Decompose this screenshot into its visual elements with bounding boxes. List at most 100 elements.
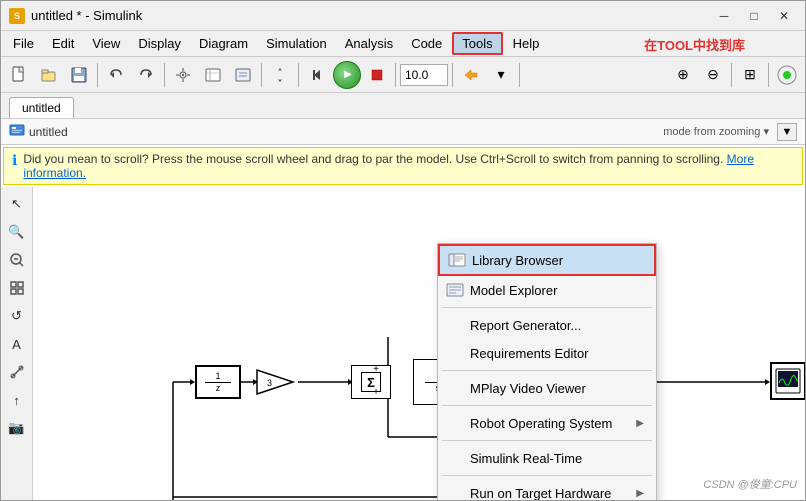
redo-button[interactable] (132, 61, 160, 89)
mplay-icon (446, 379, 464, 397)
toolbar-sep-4 (298, 63, 299, 87)
menu-diagram[interactable]: Diagram (191, 34, 256, 53)
simulink-realtime-item[interactable]: Simulink Real-Time (438, 444, 656, 472)
open-button[interactable] (35, 61, 63, 89)
library-browser-label: Library Browser (472, 253, 642, 268)
zoom-in-button[interactable]: ⊕ (669, 61, 697, 89)
new-button[interactable] (5, 61, 33, 89)
zoom-in-tool[interactable]: 🔍 (4, 219, 30, 245)
step-back-button[interactable] (303, 61, 331, 89)
report-generator-item[interactable]: Report Generator... (438, 311, 656, 339)
stop-button[interactable] (363, 61, 391, 89)
menu-bar: File Edit View Display Diagram Simulatio… (1, 31, 805, 57)
sep-2 (442, 370, 652, 371)
report-generator-label: Report Generator... (470, 318, 644, 333)
info-text: Did you mean to scroll? Press the mouse … (23, 152, 794, 180)
main-area: untitled untitled mode from zooming ▾ ▼ … (1, 93, 805, 500)
save-button[interactable] (65, 61, 93, 89)
toolbar-sep-6 (452, 63, 453, 87)
menu-analysis[interactable]: Analysis (337, 34, 401, 53)
more-info-link[interactable]: More information. (23, 152, 754, 180)
wiring-svg (33, 187, 805, 500)
toolbar: 10.0 ▾ ⊕ ⊖ ⊞ (1, 57, 805, 93)
canvas-container: ↖ 🔍 ↺ A ↑ 📷 (1, 187, 805, 500)
grid-button[interactable]: ⊞ (736, 61, 764, 89)
explorer-button[interactable] (229, 61, 257, 89)
menu-view[interactable]: View (84, 34, 128, 53)
gain-block[interactable]: 3 (255, 368, 295, 396)
menu-help[interactable]: Help (505, 34, 548, 53)
model-settings-button[interactable] (169, 61, 197, 89)
menu-code[interactable]: Code (403, 34, 450, 53)
model-explorer-label: Model Explorer (470, 283, 644, 298)
maximize-button[interactable]: □ (741, 6, 767, 26)
navigate-up-tool[interactable]: ↑ (4, 387, 30, 413)
toolbar-sep-3 (261, 63, 262, 87)
library-browser-item[interactable]: Library Browser (438, 244, 656, 276)
toolbar-sep-7 (519, 63, 520, 87)
simulink-realtime-label: Simulink Real-Time (470, 451, 644, 466)
fit-view-dropdown[interactable]: mode from zooming ▾ (663, 125, 769, 138)
fast-restart-dropdown[interactable]: ▾ (487, 61, 515, 89)
scope-block[interactable] (770, 362, 805, 400)
run-target-arrow: ▶ (636, 488, 644, 499)
library-button[interactable] (199, 61, 227, 89)
app-icon: S (9, 8, 25, 24)
menu-edit[interactable]: Edit (44, 34, 82, 53)
zoom-out-tool[interactable] (4, 247, 30, 273)
fast-restart-button[interactable] (457, 61, 485, 89)
status-button[interactable] (773, 61, 801, 89)
untitled-tab[interactable]: untitled (9, 97, 74, 118)
menu-tools[interactable]: Tools (452, 32, 502, 55)
title-bar: S untitled * - Simulink ─ □ ✕ (1, 1, 805, 31)
watermark: CSDN @俊童:CPU (703, 476, 797, 492)
tab-bar: untitled (1, 93, 805, 119)
minimize-button[interactable]: ─ (711, 6, 737, 26)
run-button[interactable] (333, 61, 361, 89)
breadcrumb-bar: untitled mode from zooming ▾ ▼ (1, 119, 805, 145)
robot-os-icon (446, 414, 464, 432)
model-explorer-icon (446, 281, 464, 299)
info-bar: ℹ Did you mean to scroll? Press the mous… (3, 147, 803, 185)
toolbar-sep-1 (97, 63, 98, 87)
menu-display[interactable]: Display (130, 34, 189, 53)
run-target-label: Run on Target Hardware (470, 486, 630, 501)
rotate-tool[interactable]: ↺ (4, 303, 30, 329)
robot-os-item[interactable]: Robot Operating System ▶ (438, 409, 656, 437)
run-target-item[interactable]: Run on Target Hardware ▶ (438, 479, 656, 500)
model-explorer-item[interactable]: Model Explorer (438, 276, 656, 304)
connect-tool[interactable] (4, 359, 30, 385)
tools-dropdown-menu: Library Browser (437, 243, 657, 500)
report-gen-icon (446, 316, 464, 334)
dropdown-arrow-button[interactable]: ▼ (777, 123, 797, 141)
robot-os-label: Robot Operating System (470, 416, 630, 431)
requirements-editor-item[interactable]: Requirements Editor (438, 339, 656, 367)
sep-4 (442, 440, 652, 441)
run-target-icon (446, 484, 464, 500)
chinese-annotation: 在TOOL中找到库 (644, 35, 745, 54)
main-canvas[interactable]: 1 z 3 (33, 187, 805, 500)
zoom-out-button[interactable]: ⊖ (699, 61, 727, 89)
sep-3 (442, 405, 652, 406)
screenshot-tool[interactable]: 📷 (4, 415, 30, 441)
pan-button[interactable] (266, 61, 294, 89)
fit-view-tool[interactable] (4, 275, 30, 301)
sep-5 (442, 475, 652, 476)
left-sidebar: ↖ 🔍 ↺ A ↑ 📷 (1, 187, 33, 500)
unit-delay-block[interactable]: 1 z (195, 365, 241, 399)
sim-time-input[interactable]: 10.0 (400, 64, 448, 86)
library-browser-icon (448, 251, 466, 269)
unit-delay-label: 1 z (205, 371, 231, 394)
text-tool[interactable]: A (4, 331, 30, 357)
menu-simulation[interactable]: Simulation (258, 34, 335, 53)
sum-block[interactable]: + + Σ (351, 365, 391, 399)
requirements-editor-label: Requirements Editor (470, 346, 644, 361)
model-icon (9, 123, 25, 140)
select-tool[interactable]: ↖ (4, 191, 30, 217)
undo-button[interactable] (102, 61, 130, 89)
close-button[interactable]: ✕ (771, 6, 797, 26)
mplay-label: MPlay Video Viewer (470, 381, 644, 396)
mplay-item[interactable]: MPlay Video Viewer (438, 374, 656, 402)
svg-text:S: S (14, 11, 20, 21)
menu-file[interactable]: File (5, 34, 42, 53)
